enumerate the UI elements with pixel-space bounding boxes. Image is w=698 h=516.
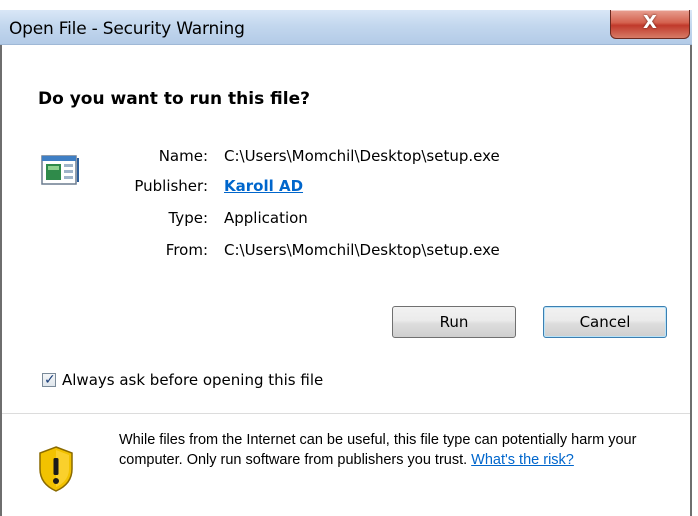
from-value: C:\Users\Momchil\Desktop\setup.exe — [224, 241, 500, 259]
application-window-icon — [41, 155, 79, 185]
publisher-link[interactable]: Karoll AD — [224, 177, 303, 195]
checkmark-icon: ✓ — [44, 371, 56, 387]
shield-warning-icon — [39, 446, 73, 492]
type-label: Type: — [168, 209, 208, 227]
divider — [2, 413, 690, 414]
name-label: Name: — [158, 147, 208, 165]
from-label: From: — [165, 241, 208, 259]
window-title: Open File - Security Warning — [9, 19, 245, 39]
type-value: Application — [224, 209, 308, 227]
run-button[interactable]: Run — [392, 306, 516, 338]
cancel-button[interactable]: Cancel — [543, 306, 667, 338]
always-ask-checkbox[interactable]: ✓ — [42, 371, 56, 387]
publisher-label: Publisher: — [134, 177, 208, 195]
title-bar[interactable]: Open File - Security Warning X — [0, 10, 692, 45]
name-value: C:\Users\Momchil\Desktop\setup.exe — [224, 147, 500, 165]
close-icon: X — [643, 12, 657, 33]
whats-the-risk-link[interactable]: What's the risk? — [471, 452, 574, 468]
security-warning-dialog: Do you want to run this file? Name: C:\U… — [0, 45, 692, 516]
always-ask-label[interactable]: Always ask before opening this file — [62, 371, 323, 389]
dialog-heading: Do you want to run this file? — [38, 89, 310, 109]
close-button[interactable]: X — [610, 10, 690, 39]
warning-message: While files from the Internet can be use… — [119, 430, 659, 470]
